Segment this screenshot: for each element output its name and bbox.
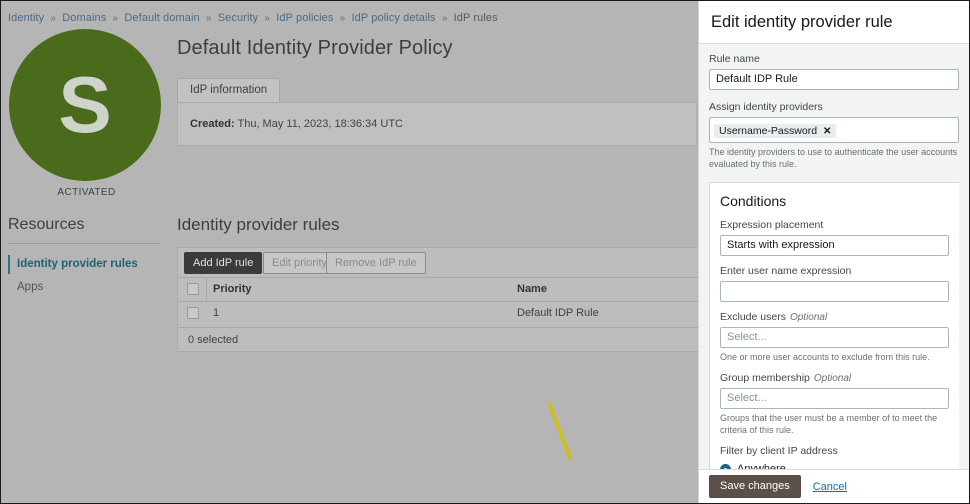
assign-providers-field-group: Assign identity providers Username-Passw…	[709, 101, 959, 170]
remove-idp-rule-button[interactable]: Remove IdP rule	[326, 252, 426, 274]
conditions-section: Conditions Expression placement Starts w…	[709, 182, 959, 469]
group-membership-label: Group membership Optional	[720, 372, 949, 385]
sidebar-item-identity-provider-rules[interactable]: Identity provider rules	[8, 253, 178, 276]
breadcrumb-item-idp-policy-details[interactable]: IdP policy details	[352, 12, 436, 24]
sidebar-title: Resources	[8, 216, 85, 233]
expression-placement-label: Expression placement	[720, 219, 824, 231]
provider-token[interactable]: Username-Password ✕	[714, 124, 837, 138]
column-header-priority[interactable]: Priority	[213, 283, 252, 295]
user-name-expression-input[interactable]	[720, 281, 949, 302]
exclude-users-select[interactable]: Select...	[720, 327, 949, 348]
background-app-pane: Identity » Domains » Default domain » Se…	[1, 1, 698, 503]
status-badge: ACTIVATED	[57, 187, 116, 198]
page-title: Default Identity Provider Policy	[177, 37, 453, 59]
breadcrumb-item-identity[interactable]: Identity	[8, 12, 44, 24]
exclude-users-help: One or more user accounts to exclude fro…	[720, 352, 930, 362]
breadcrumb: Identity » Domains » Default domain » Se…	[8, 12, 498, 24]
breadcrumb-item-domains[interactable]: Domains	[62, 12, 106, 24]
table-header-row: Priority Name	[178, 277, 698, 302]
breadcrumb-separator-icon: »	[205, 13, 212, 24]
cancel-link[interactable]: Cancel	[813, 481, 847, 493]
cell-name: Default IDP Rule	[517, 307, 599, 319]
sidebar-item-label: Apps	[17, 281, 44, 293]
group-membership-help: Groups that the user must be a member of…	[720, 413, 938, 435]
user-name-expression-label: Enter user name expression	[720, 265, 852, 277]
optional-tag: Optional	[813, 373, 852, 384]
sidebar-divider	[8, 243, 160, 244]
column-divider	[206, 278, 207, 301]
assign-providers-label: Assign identity providers	[709, 101, 823, 113]
created-label: Created:	[190, 118, 235, 130]
breadcrumb-separator-icon: »	[264, 13, 271, 24]
rule-name-label: Rule name	[709, 53, 760, 65]
app-root: Identity » Domains » Default domain » Se…	[0, 0, 970, 504]
breadcrumb-separator-icon: »	[50, 13, 57, 24]
created-line: Created: Thu, May 11, 2023, 18:36:34 UTC	[190, 118, 403, 130]
ip-filter-group: Filter by client IP address Anywhere Res…	[720, 445, 949, 469]
checkbox-icon	[187, 283, 199, 295]
highlighter-annotation	[547, 402, 572, 461]
exclude-users-label-text: Exclude users	[720, 311, 786, 323]
table-action-bar: Add IdP rule Edit priority Remove IdP ru…	[178, 248, 698, 276]
breadcrumb-item-idp-policies[interactable]: IdP policies	[276, 12, 333, 24]
checkbox-icon	[187, 307, 199, 319]
breadcrumb-item-security[interactable]: Security	[218, 12, 259, 24]
row-checkbox[interactable]	[187, 307, 199, 319]
tab-label: IdP information	[190, 84, 268, 96]
tab-idp-information[interactable]: IdP information	[177, 78, 281, 102]
save-changes-button[interactable]: Save changes	[709, 475, 801, 498]
breadcrumb-item-default-domain[interactable]: Default domain	[124, 12, 199, 24]
expression-placement-group: Expression placement Starts with express…	[720, 219, 949, 256]
select-all-checkbox[interactable]	[187, 283, 199, 295]
sidebar-item-apps[interactable]: Apps	[8, 276, 178, 299]
exclude-users-label: Exclude users Optional	[720, 311, 949, 324]
breadcrumb-separator-icon: »	[339, 13, 346, 24]
section-title: Identity provider rules	[177, 215, 340, 234]
group-membership-label-text: Group membership	[720, 372, 810, 384]
cell-priority: 1	[213, 307, 220, 319]
avatar: S	[9, 29, 161, 181]
panel-title: Edit identity provider rule	[711, 12, 893, 31]
avatar-letter: S	[58, 60, 112, 149]
assign-providers-input[interactable]: Username-Password ✕	[709, 117, 959, 143]
assign-providers-help: The identity providers to use to authent…	[709, 147, 958, 169]
column-header-name[interactable]: Name	[517, 283, 547, 295]
table-row[interactable]: 1 Default IDP Rule	[178, 302, 698, 328]
exclude-users-group: Exclude users Optional Select... One or m…	[720, 311, 949, 363]
avatar-block: S ACTIVATED	[9, 29, 164, 198]
panel-form: Rule name Default IDP Rule Assign identi…	[699, 44, 969, 469]
tab-panel-idp-information: Created: Thu, May 11, 2023, 18:36:34 UTC	[177, 102, 697, 146]
panel-body: Rule name Default IDP Rule Assign identi…	[699, 44, 969, 469]
breadcrumb-item-idp-rules: IdP rules	[453, 12, 498, 24]
tab-bar: IdP information	[177, 77, 697, 102]
conditions-title: Conditions	[720, 193, 787, 209]
remove-token-icon[interactable]: ✕	[823, 126, 831, 137]
edit-idp-rule-panel: Edit identity provider rule Rule name De…	[698, 1, 969, 503]
table-selection-count: 0 selected	[188, 334, 239, 346]
user-name-expression-group: Enter user name expression	[720, 265, 949, 302]
add-idp-rule-button[interactable]: Add IdP rule	[184, 252, 263, 274]
sidebar-list: Identity provider rules Apps	[8, 253, 178, 299]
rules-table-card: Add IdP rule Edit priority Remove IdP ru…	[177, 247, 698, 352]
group-membership-group: Group membership Optional Select... Group…	[720, 372, 949, 436]
sidebar-item-label: Identity provider rules	[17, 258, 138, 270]
rule-name-field-group: Rule name Default IDP Rule	[709, 53, 959, 90]
created-value: Thu, May 11, 2023, 18:36:34 UTC	[237, 118, 403, 130]
expression-placement-select[interactable]: Starts with expression	[720, 235, 949, 256]
panel-footer: Save changes Cancel	[699, 469, 969, 503]
ip-filter-label: Filter by client IP address	[720, 445, 838, 457]
panel-header: Edit identity provider rule	[699, 1, 969, 44]
provider-token-label: Username-Password	[719, 125, 818, 137]
optional-tag: Optional	[789, 312, 828, 323]
group-membership-select[interactable]: Select...	[720, 388, 949, 409]
breadcrumb-separator-icon: »	[441, 13, 448, 24]
breadcrumb-separator-icon: »	[112, 13, 119, 24]
rule-name-input[interactable]: Default IDP Rule	[709, 69, 959, 90]
